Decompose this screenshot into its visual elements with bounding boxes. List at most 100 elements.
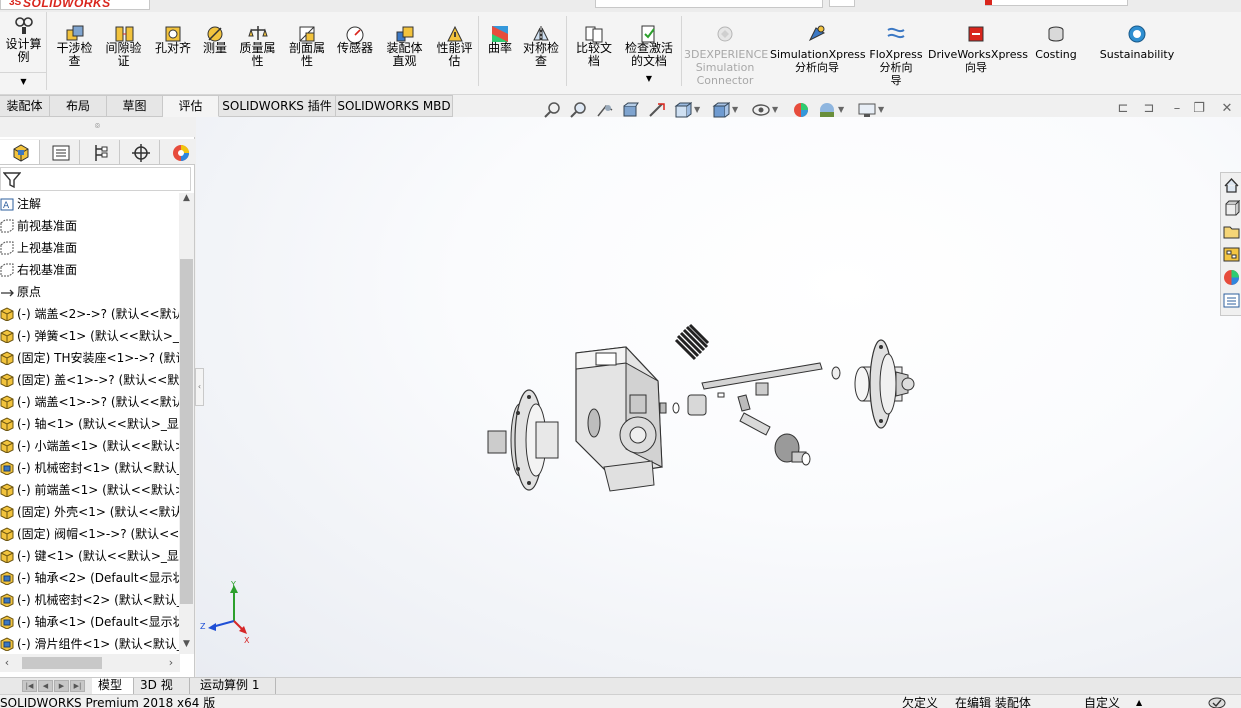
right-end-cover[interactable] <box>854 339 915 429</box>
tree-item[interactable]: (-) 弹簧<1> (默认<<默认>_显 <box>0 325 180 347</box>
simulationxpress-button[interactable]: SimulationXpress 分析向导 <box>770 12 866 90</box>
panel-grip[interactable]: ⌾ <box>0 117 195 137</box>
driveworksxpress-button[interactable]: DriveWorksXpress 向导 <box>928 12 1028 90</box>
hole-alignment-button[interactable]: 孔对齐 <box>151 12 195 90</box>
tree-item[interactable]: (-) 机械密封<2> (默认<默认_ <box>0 589 180 611</box>
tab-5[interactable]: SOLIDWORKS MBD <box>336 95 453 117</box>
custom-properties-icon[interactable] <box>1223 292 1240 309</box>
close-icon[interactable]: ✕ <box>1220 102 1234 116</box>
display-style-icon[interactable] <box>712 102 730 118</box>
design-study-button[interactable]: 设计算 例 ▼ <box>0 12 47 90</box>
tab-property-manager[interactable] <box>40 140 80 164</box>
tree-item[interactable]: A 注解 <box>0 193 180 215</box>
restore-icon[interactable]: ❐ <box>1192 102 1206 116</box>
edit-appearance-icon[interactable] <box>792 102 810 118</box>
tree-item[interactable]: (固定) 外壳<1> (默认<<默认 <box>0 501 180 523</box>
model-tab-1[interactable]: 3D 视图 <box>134 678 190 707</box>
symmetry-check-button[interactable]: 对称检 查 <box>518 12 564 90</box>
section-properties-button[interactable]: 剖面属 性 <box>284 12 330 90</box>
shaft[interactable] <box>701 362 841 436</box>
display-style-dropdown[interactable]: ▼ <box>732 105 738 114</box>
model-tab-2[interactable]: 运动算例 1 <box>194 678 276 694</box>
view-palette-icon[interactable] <box>1223 246 1240 263</box>
first-tab-icon[interactable]: |◀ <box>22 680 37 692</box>
tree-item[interactable]: (-) 轴承<1> (Default<显示状 <box>0 611 180 633</box>
tree-item[interactable]: (-) 前端盖<1> (默认<<默认> <box>0 479 180 501</box>
view-settings-dropdown[interactable]: ▼ <box>878 105 884 114</box>
left-end-cover[interactable] <box>487 389 559 491</box>
tab-1[interactable]: 布局 <box>50 95 107 117</box>
tree-item[interactable]: (-) 轴承<2> (Default<显示状 <box>0 567 180 589</box>
3dx-simulation-connector-button[interactable]: 3DEXPERIENCE Simulation Connector <box>684 12 768 90</box>
spring[interactable] <box>674 323 710 361</box>
tree-item[interactable]: (固定) TH安装座<1>->? (默认 <box>0 347 180 369</box>
hide-show-dropdown[interactable]: ▼ <box>772 105 778 114</box>
tab-4[interactable]: SOLIDWORKS 插件 <box>219 95 336 117</box>
costing-button[interactable]: Costing <box>1028 12 1084 90</box>
scroll-down-icon[interactable]: ▼ <box>179 639 194 653</box>
home-icon[interactable] <box>1223 177 1240 194</box>
graphics-area[interactable]: Y Z X <box>196 117 1241 677</box>
tab-configuration-manager[interactable] <box>80 140 120 164</box>
view-settings-icon[interactable] <box>858 102 876 118</box>
apply-scene-dropdown[interactable]: ▼ <box>838 105 844 114</box>
hide-show-items-icon[interactable] <box>752 102 770 118</box>
design-library-icon[interactable] <box>1223 200 1240 217</box>
exploded-assembly-model[interactable] <box>476 317 936 517</box>
tree-item[interactable]: (-) 端盖<2>->? (默认<<默认 <box>0 303 180 325</box>
tree-item[interactable]: (-) 机械密封<1> (默认<默认_ <box>0 457 180 479</box>
tab-3[interactable]: 评估 <box>163 95 219 117</box>
tree-item[interactable]: (-) 滑片组件<1> (默认<默认_ <box>0 633 180 653</box>
tree-item[interactable]: 上视基准面 <box>0 237 180 259</box>
last-tab-icon[interactable]: ▶| <box>70 680 85 692</box>
tree-item[interactable]: (-) 键<1> (默认<<默认>_显示 <box>0 545 180 567</box>
search-input[interactable] <box>985 0 1128 6</box>
collapse-panel-handle[interactable]: ‹ <box>195 368 204 406</box>
rebuild-status-icon[interactable] <box>1208 696 1226 708</box>
view-orientation-icon[interactable] <box>674 102 692 118</box>
pump-housing[interactable] <box>575 346 667 492</box>
tab-feature-manager[interactable] <box>0 140 40 164</box>
tree-item[interactable]: (-) 端盖<1>->? (默认<<默认> <box>0 391 180 413</box>
view-orientation-dropdown[interactable]: ▼ <box>694 105 700 114</box>
model-tab-0[interactable]: 模型 <box>92 678 134 694</box>
curvature-button[interactable]: 曲率 <box>484 12 516 90</box>
check-document-dropdown[interactable]: ▼ <box>620 74 678 83</box>
tab-2[interactable]: 草图 <box>107 95 163 117</box>
unit-system-arrow[interactable]: ▲ <box>1136 695 1142 708</box>
tree-item[interactable]: 右视基准面 <box>0 259 180 281</box>
tree-filter[interactable] <box>0 167 191 191</box>
clearance-button[interactable]: 间隙验 证 <box>101 12 146 90</box>
file-explorer-icon[interactable] <box>1223 223 1240 240</box>
design-study-dropdown[interactable]: ▼ <box>0 72 47 90</box>
minimize-icon[interactable]: – <box>1170 102 1184 116</box>
solidworks-logo[interactable]: 3S SOLIDWORKS <box>0 0 150 10</box>
tree-horizontal-scrollbar[interactable]: ‹ › <box>0 654 180 672</box>
zoom-to-fit-icon[interactable] <box>544 102 562 118</box>
tree-item[interactable]: 原点 <box>0 281 180 303</box>
tab-display-manager[interactable] <box>160 140 200 164</box>
tree-item[interactable]: 前视基准面 <box>0 215 180 237</box>
tree-item[interactable]: (固定) 阀帽<1>->? (默认<<默 <box>0 523 180 545</box>
reference-triad[interactable]: Y Z X <box>200 579 260 645</box>
mass-properties-button[interactable]: 质量属 性 <box>234 12 281 90</box>
tree-item[interactable]: (固定) 盖<1>->? (默认<<默认 <box>0 369 180 391</box>
appearances-scenes-icon[interactable] <box>1223 269 1240 286</box>
floxpress-button[interactable]: FloXpress 分析向 导 <box>867 12 925 90</box>
tree-item[interactable]: (-) 轴<1> (默认<<默认>_显示 <box>0 413 180 435</box>
tree-item[interactable]: (-) 小端盖<1> (默认<<默认> <box>0 435 180 457</box>
scroll-thumb-horizontal[interactable] <box>22 657 102 669</box>
interference-button[interactable]: 干涉检 查 <box>52 12 97 90</box>
scroll-right-icon[interactable]: › <box>164 656 178 669</box>
tile-right-icon[interactable]: ⊐ <box>1142 102 1156 116</box>
sensor-button[interactable]: 传感器 <box>332 12 378 90</box>
zoom-to-area-icon[interactable] <box>570 102 588 118</box>
previous-view-icon[interactable] <box>596 102 614 118</box>
scroll-left-icon[interactable]: ‹ <box>0 656 14 669</box>
tab-0[interactable]: 装配体 <box>0 95 50 117</box>
small-end-cover[interactable] <box>672 392 725 416</box>
sliding-vane-assembly[interactable] <box>774 433 811 466</box>
compare-documents-button[interactable]: 比较文 档 <box>570 12 618 90</box>
scroll-up-icon[interactable]: ▲ <box>179 193 194 207</box>
scroll-thumb[interactable] <box>180 259 193 604</box>
